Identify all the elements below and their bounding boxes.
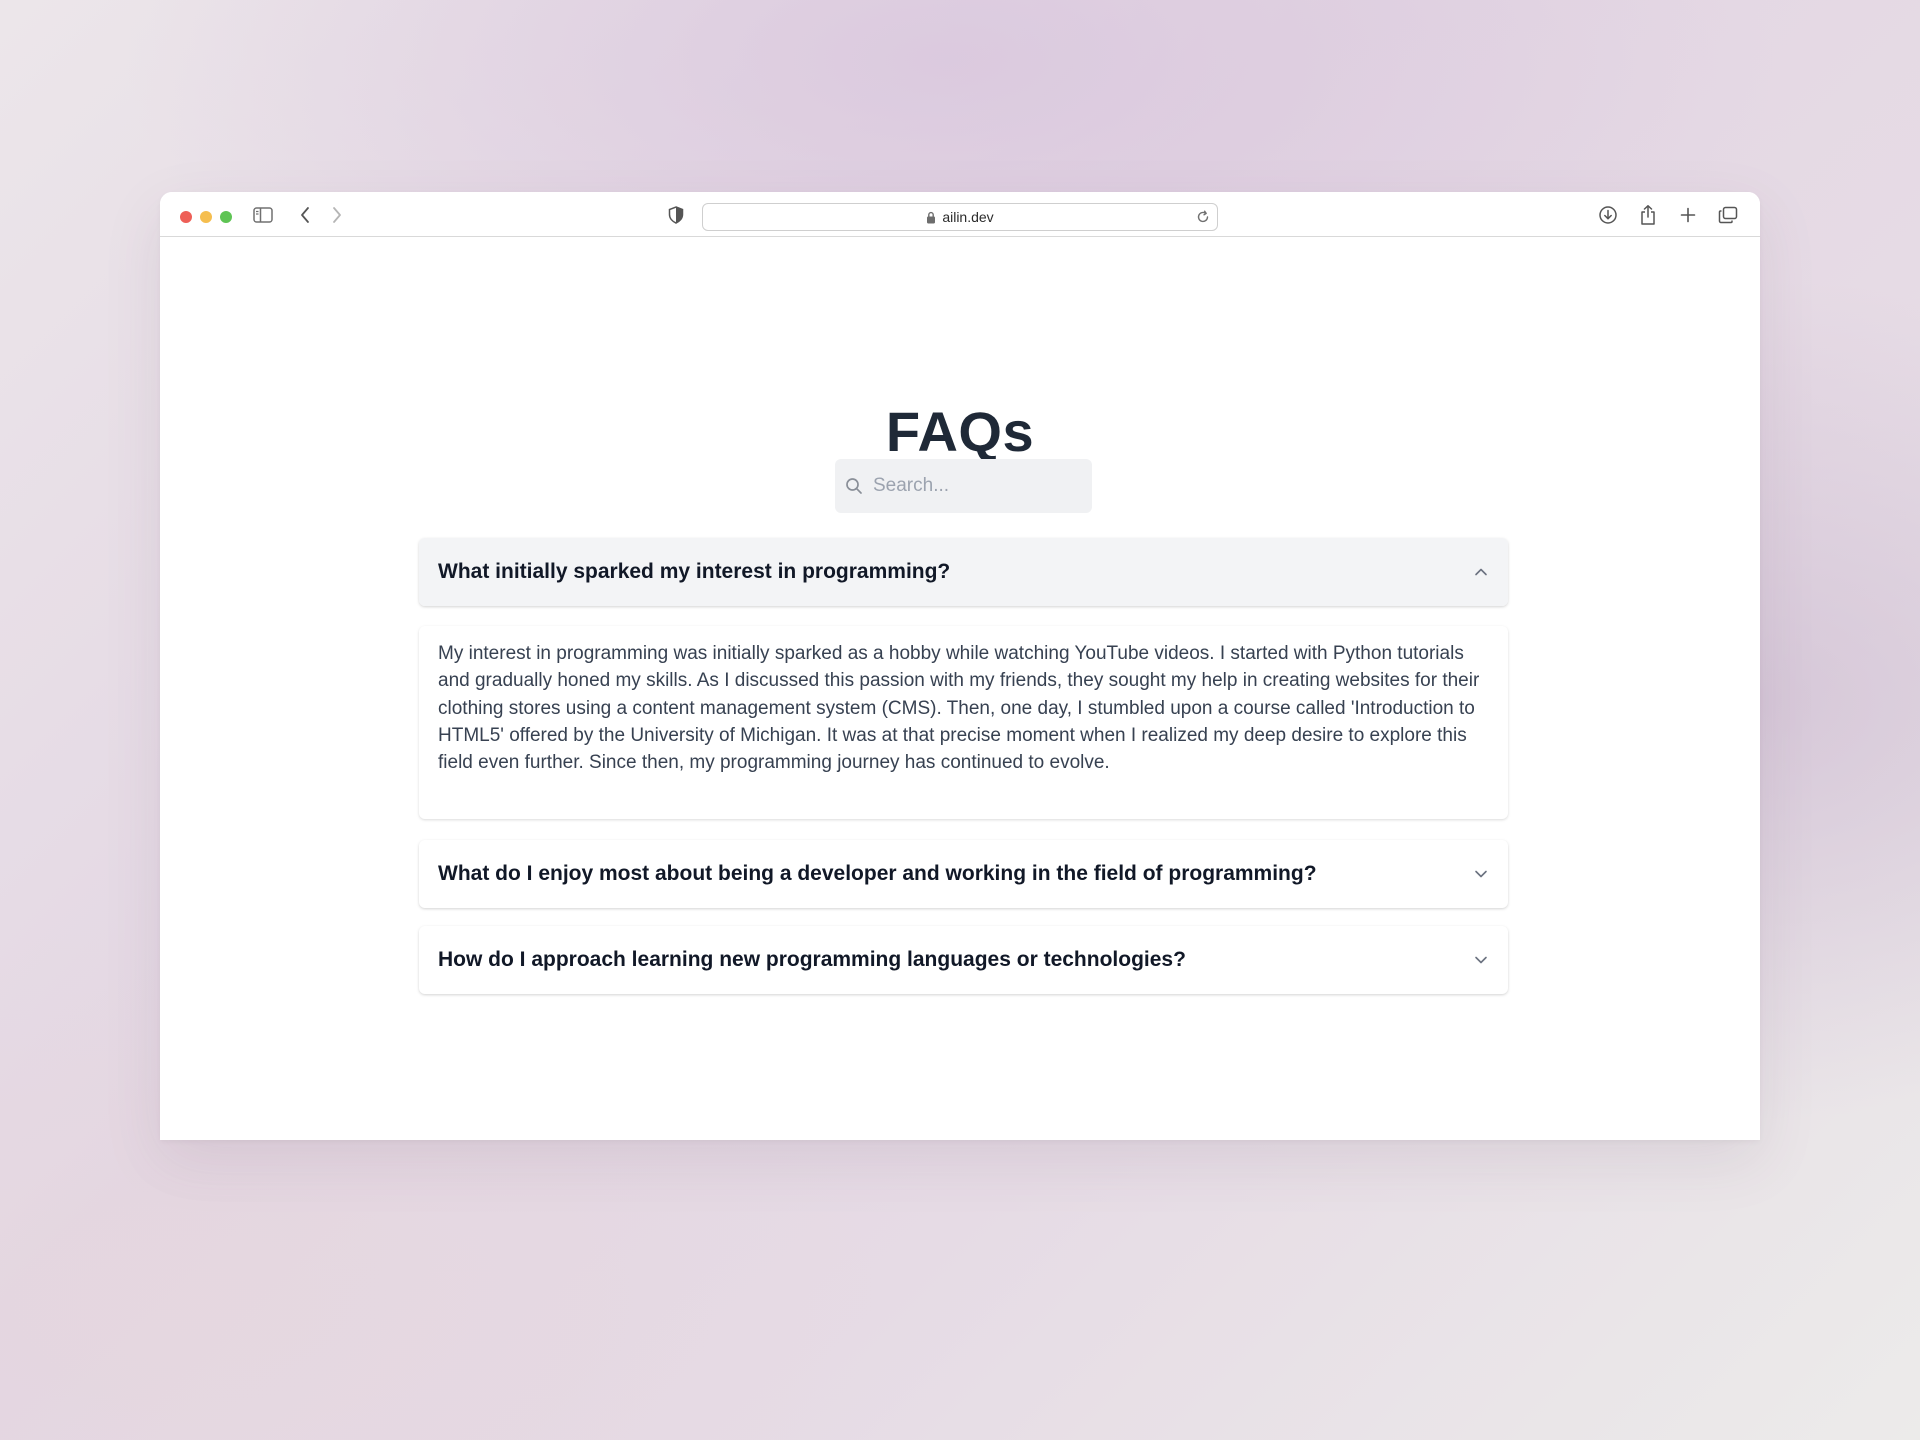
faq-question: What do I enjoy most about being a devel… xyxy=(438,862,1317,885)
faq-item: How do I approach learning new programmi… xyxy=(419,926,1508,994)
browser-toolbar: ailin.dev xyxy=(160,192,1760,237)
faq-question-button[interactable]: What do I enjoy most about being a devel… xyxy=(419,840,1508,908)
faq-question-button[interactable]: What initially sparked my interest in pr… xyxy=(419,538,1508,606)
sidebar-icon[interactable] xyxy=(252,204,274,226)
chevron-down-icon[interactable] xyxy=(1474,955,1488,965)
chevron-up-icon[interactable] xyxy=(1474,567,1488,577)
reload-icon[interactable] xyxy=(1196,210,1210,224)
page-title: FAQs xyxy=(885,400,1035,463)
url-text: ailin.dev xyxy=(942,209,994,225)
minimize-window-button[interactable] xyxy=(200,211,212,223)
chevron-right-icon[interactable] xyxy=(326,204,348,226)
chevron-left-icon[interactable] xyxy=(294,204,316,226)
share-icon[interactable] xyxy=(1637,204,1659,226)
lock-icon xyxy=(926,211,936,224)
tabs-overview-icon[interactable] xyxy=(1717,204,1739,226)
faq-item: What initially sparked my interest in pr… xyxy=(419,538,1508,606)
faq-question-button[interactable]: How do I approach learning new programmi… xyxy=(419,926,1508,994)
search-box[interactable] xyxy=(835,459,1092,513)
plus-icon[interactable] xyxy=(1677,204,1699,226)
faq-question: What initially sparked my interest in pr… xyxy=(438,560,951,583)
search-icon xyxy=(845,477,863,495)
faq-answer: My interest in programming was initially… xyxy=(438,643,1480,774)
download-icon[interactable] xyxy=(1597,204,1619,226)
zoom-window-button[interactable] xyxy=(220,211,232,223)
shield-icon[interactable] xyxy=(665,204,687,226)
faq-answer-panel: My interest in programming was initially… xyxy=(419,626,1508,819)
faq-question: How do I approach learning new programmi… xyxy=(438,948,1186,971)
search-input[interactable] xyxy=(873,475,1073,497)
browser-window: ailin.dev FAQs What initially s xyxy=(160,192,1760,1140)
faq-item: What do I enjoy most about being a devel… xyxy=(419,840,1508,908)
page-content: FAQs What initially sparked my interest … xyxy=(160,237,1760,1140)
chevron-down-icon[interactable] xyxy=(1474,869,1488,879)
address-bar[interactable]: ailin.dev xyxy=(702,203,1218,231)
window-controls xyxy=(180,211,232,223)
close-window-button[interactable] xyxy=(180,211,192,223)
